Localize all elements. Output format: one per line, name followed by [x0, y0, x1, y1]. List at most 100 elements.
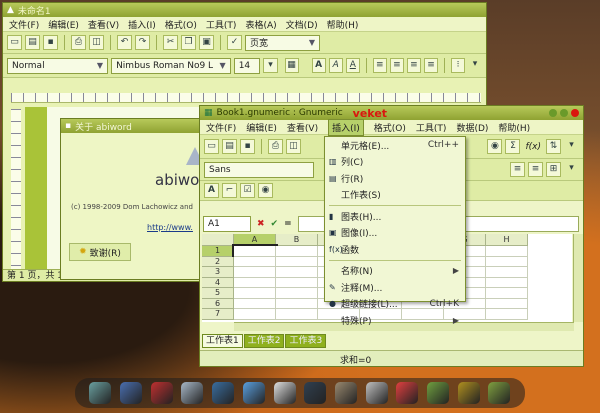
insert-menu-item[interactable]: 特殊(P) ▶ — [325, 312, 465, 329]
merge-cells-icon[interactable]: ⊞ — [546, 162, 561, 177]
grid-cell[interactable] — [486, 267, 528, 278]
grid-cell[interactable] — [486, 256, 528, 267]
equals-label[interactable]: = — [284, 219, 292, 229]
gnu-menu-2[interactable]: 查看(V) — [287, 121, 318, 134]
font-size-combo[interactable]: 14 — [233, 57, 261, 74]
dock-app-icon[interactable] — [181, 382, 204, 404]
label-tool-icon[interactable]: A — [204, 183, 219, 198]
dock-app-icon[interactable] — [488, 382, 511, 404]
column-header[interactable]: B — [276, 234, 318, 246]
copy-icon[interactable]: ❐ — [181, 35, 196, 50]
grid-cell[interactable] — [486, 288, 528, 299]
align-center-icon[interactable]: ≡ — [528, 162, 543, 177]
font-name-combo[interactable]: Sans — [204, 161, 314, 178]
frame-tool-icon[interactable]: ⌐ — [222, 183, 237, 198]
gnu-menu-7[interactable]: 帮助(H) — [498, 121, 530, 134]
grid-cell[interactable] — [486, 277, 528, 288]
bullets-icon[interactable]: ⁝ — [450, 58, 466, 73]
abi-menu-4[interactable]: 格式(O) — [165, 18, 197, 31]
open-folder-icon[interactable]: ▤ — [25, 35, 40, 50]
row-header[interactable]: 6 — [202, 298, 234, 309]
highlight-color-icon[interactable]: ▦ — [284, 58, 299, 73]
abi-menu-2[interactable]: 查看(V) — [88, 18, 119, 31]
bold-icon[interactable]: A — [311, 58, 326, 73]
radio-tool-icon[interactable]: ◉ — [258, 183, 273, 198]
insert-menu-item[interactable]: 名称(N) ▶ — [325, 263, 465, 280]
insert-menu-item[interactable]: ▤ 行(R) — [325, 170, 465, 187]
dock-app-icon[interactable] — [396, 382, 419, 404]
insert-menu-item[interactable]: ▮ 图表(H)... — [325, 208, 465, 225]
gnumeric-titlebar[interactable]: ▦ Book1.gnumeric : Gnumeric veket — [200, 106, 583, 120]
align-justify-icon[interactable]: ≡ — [423, 58, 439, 73]
grid-cell[interactable] — [234, 309, 276, 320]
minimize-icon[interactable] — [549, 109, 557, 117]
sheet-tab[interactable]: 工作表1 — [202, 334, 243, 348]
about-link[interactable]: http://www. — [147, 223, 193, 232]
grid-cell[interactable] — [234, 298, 276, 309]
print-icon[interactable]: ⎙ — [268, 139, 283, 154]
grid-cell[interactable] — [276, 288, 318, 299]
row-header[interactable]: 3 — [202, 267, 234, 278]
gnu-menu-3[interactable]: 插入(I) — [328, 118, 364, 136]
gnu-menu-0[interactable]: 文件(F) — [206, 121, 236, 134]
vertical-scrollbar[interactable] — [573, 234, 583, 322]
about-titlebar[interactable]: ▪ 关于 abiword — [61, 119, 209, 133]
close-icon[interactable] — [571, 109, 579, 117]
align-left-icon[interactable]: ≡ — [510, 162, 525, 177]
dock-app-icon[interactable] — [365, 382, 388, 404]
insert-menu-item[interactable]: ▣ 图像(I)... — [325, 225, 465, 242]
grid-cell[interactable] — [234, 277, 276, 288]
insert-menu-item[interactable]: f(x) 函数 — [325, 241, 465, 258]
select-all-corner[interactable] — [202, 234, 234, 246]
insert-menu-item[interactable]: ▥ 列(C) — [325, 154, 465, 171]
overflow-icon[interactable]: ▾ — [468, 58, 482, 73]
gnu-menu-5[interactable]: 工具(T) — [416, 121, 447, 134]
dock-app-icon[interactable] — [427, 382, 450, 404]
grid-cell[interactable] — [276, 277, 318, 288]
open-folder-icon[interactable]: ▤ — [222, 139, 237, 154]
dock-app-icon[interactable] — [304, 382, 327, 404]
save-icon[interactable]: ▪ — [43, 35, 58, 50]
row-header[interactable]: 5 — [202, 288, 234, 299]
row-header[interactable]: 1 — [202, 246, 234, 257]
underline-icon[interactable]: A — [345, 58, 360, 73]
grid-cell[interactable] — [234, 288, 276, 299]
checkbox-tool-icon[interactable]: ☑ — [240, 183, 255, 198]
redo-icon[interactable]: ↷ — [135, 35, 150, 50]
align-left-icon[interactable]: ≡ — [372, 58, 387, 73]
row-header[interactable]: 4 — [202, 277, 234, 288]
abi-menu-0[interactable]: 文件(F) — [9, 18, 39, 31]
abiword-titlebar[interactable]: ▲ 未命名1 — [3, 3, 486, 17]
new-doc-icon[interactable]: ▭ — [7, 35, 22, 50]
font-size-dropdown-icon[interactable]: ▾ — [263, 58, 278, 73]
grid-cell[interactable] — [232, 244, 278, 259]
dock-app-icon[interactable] — [242, 382, 265, 404]
column-header[interactable]: A — [234, 234, 276, 246]
cut-icon[interactable]: ✂ — [163, 35, 178, 50]
italic-icon[interactable]: A — [328, 58, 343, 73]
grid-cell[interactable] — [486, 309, 528, 320]
print-icon[interactable]: ⎙ — [71, 35, 86, 50]
grid-cell[interactable] — [486, 246, 528, 257]
grid-cell[interactable] — [276, 246, 318, 257]
grid-cell[interactable] — [234, 256, 276, 267]
abi-menu-5[interactable]: 工具(T) — [206, 18, 237, 31]
dock-app-icon[interactable] — [273, 382, 296, 404]
gnu-menu-1[interactable]: 编辑(E) — [246, 121, 277, 134]
insert-menu-item[interactable]: ✎ 注释(M)... — [325, 279, 465, 296]
paste-icon[interactable]: ▣ — [199, 35, 214, 50]
print-preview-icon[interactable]: ◫ — [286, 139, 301, 154]
print-preview-icon[interactable]: ◫ — [89, 35, 104, 50]
dock-app-icon[interactable] — [457, 382, 480, 404]
cancel-edit-icon[interactable]: ✖ — [257, 219, 265, 229]
cell-reference-box[interactable]: A1 — [203, 216, 251, 232]
dock-app-icon[interactable] — [120, 382, 143, 404]
abi-menu-3[interactable]: 插入(I) — [128, 18, 156, 31]
grid-cell[interactable] — [276, 298, 318, 309]
grid-cell[interactable] — [276, 267, 318, 278]
abi-menu-6[interactable]: 表格(A) — [245, 18, 276, 31]
gnu-menu-4[interactable]: 格式(O) — [374, 121, 406, 134]
overflow-icon[interactable]: ▾ — [564, 162, 579, 177]
grid-cell[interactable] — [486, 298, 528, 309]
function-wizard-label[interactable]: f(x) — [523, 142, 543, 152]
